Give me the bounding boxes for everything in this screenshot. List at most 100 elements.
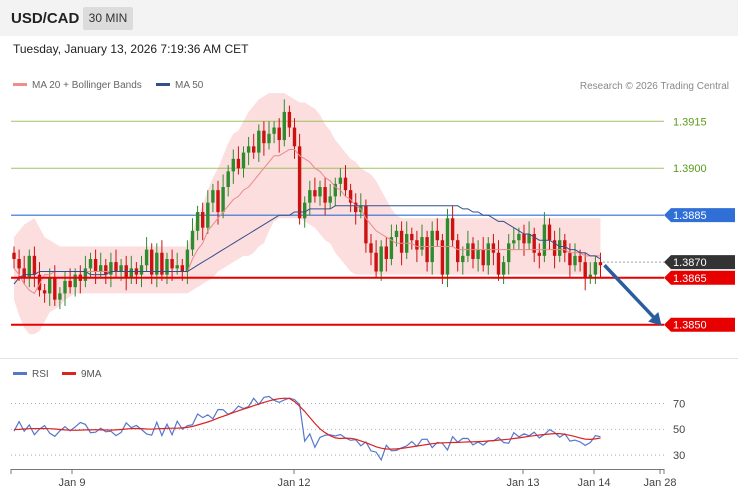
candle-body [206,202,210,228]
candle-body [308,190,312,203]
last-label: 1.3870 [673,257,707,269]
candle-body [17,258,21,269]
candle-body [246,146,251,153]
candle-body [22,268,26,278]
candle-body [568,252,572,266]
candle-body [170,258,174,269]
rsi-panel: 30 50 70 [11,395,685,462]
candle-body [257,130,261,153]
candle-body [180,265,184,272]
candle-body [236,158,241,169]
resistance-label: 1.3915 [673,116,707,128]
candle-body [578,255,582,263]
candle-body [216,190,220,213]
candle-body [364,205,368,244]
candle-body [476,249,480,259]
candle-body [440,240,445,275]
candle-body [297,146,302,219]
candle-body [262,130,266,144]
x-tick-label: Jan 14 [577,477,610,489]
candle-body [328,196,332,203]
candle-body [471,243,475,259]
x-tick-label: Jan 28 [643,477,676,489]
candle-body [461,255,465,263]
candle-body [88,258,93,269]
rsi-tick-label: 50 [673,424,685,436]
candle-body [313,190,317,197]
candle-body [394,230,399,238]
candle-body [129,268,133,278]
candle-body [144,249,149,266]
forecast-arrow [603,264,658,321]
candle-body [12,252,16,259]
candle-body [201,212,205,228]
candle-body [287,111,292,128]
candle-body [58,293,62,300]
candle-body [267,133,271,144]
resistance-label: 1.3900 [673,163,707,175]
candle-body [507,243,511,263]
candle-body [369,243,373,253]
candle-body [501,262,506,275]
candle-body [415,240,419,250]
candle-body [435,230,439,241]
candle-body [456,240,460,263]
candle-body [522,233,526,244]
candle-body [338,177,343,184]
candle-body [399,230,404,253]
chart-canvas: 1.3915 1.3900 1.3885 1.3870 1.3865 1.3850 30 5… [0,93,738,489]
rsi-ma-line [13,397,601,450]
x-tick-label: Jan 13 [506,477,539,489]
candle-body [537,252,541,256]
price-panel: 1.3915 1.3900 1.3885 1.3870 1.3865 1.3850 [11,93,735,335]
candle-body [343,177,348,191]
candle-body [114,262,118,272]
candle-body [486,243,490,266]
candle-body [211,190,215,203]
candle-body [527,233,531,244]
x-axis: Jan 9 Jan 12 Jan 13 Jan 14 Jan 28 [10,469,677,489]
candle-body [318,187,322,197]
candle-body [420,237,424,250]
candle-body [139,265,144,275]
candle-body [68,280,72,288]
pivot-label: 1.3885 [673,210,707,222]
candle-body [491,243,496,253]
rsi-tick-label: 30 [673,450,685,462]
candle-body [292,127,297,147]
candle-body [374,252,378,272]
candle-body [175,265,179,269]
candle-body [323,187,327,203]
x-tick-label: Jan 12 [277,477,310,489]
candle-body [241,152,246,169]
candle-body [593,262,598,275]
candle-body [221,187,225,213]
candle-body [272,127,276,134]
candle-body [573,255,577,266]
candle-body [517,233,521,241]
candle-body [165,258,169,275]
candle-body [104,265,108,275]
candle-body [583,262,587,278]
candle-body [558,240,562,256]
candle-body [512,240,516,244]
x-tick-label: Jan 9 [59,477,86,489]
candle-body [195,212,200,231]
candle-body [282,111,286,141]
candle-body [277,127,281,141]
candle-body [450,218,455,241]
candle-body [119,265,123,272]
candle-body [410,233,414,241]
candle-body [496,252,501,275]
candle-body [598,262,603,266]
candle-body [63,280,67,294]
candle-body [303,202,307,219]
candle-body [425,237,429,263]
candle-body [547,224,552,241]
candle-body [48,277,52,294]
candle-body [73,274,77,288]
candle-body [99,265,103,272]
bollinger-band [14,93,601,335]
candle-body [42,290,47,294]
candle-body [32,255,37,275]
